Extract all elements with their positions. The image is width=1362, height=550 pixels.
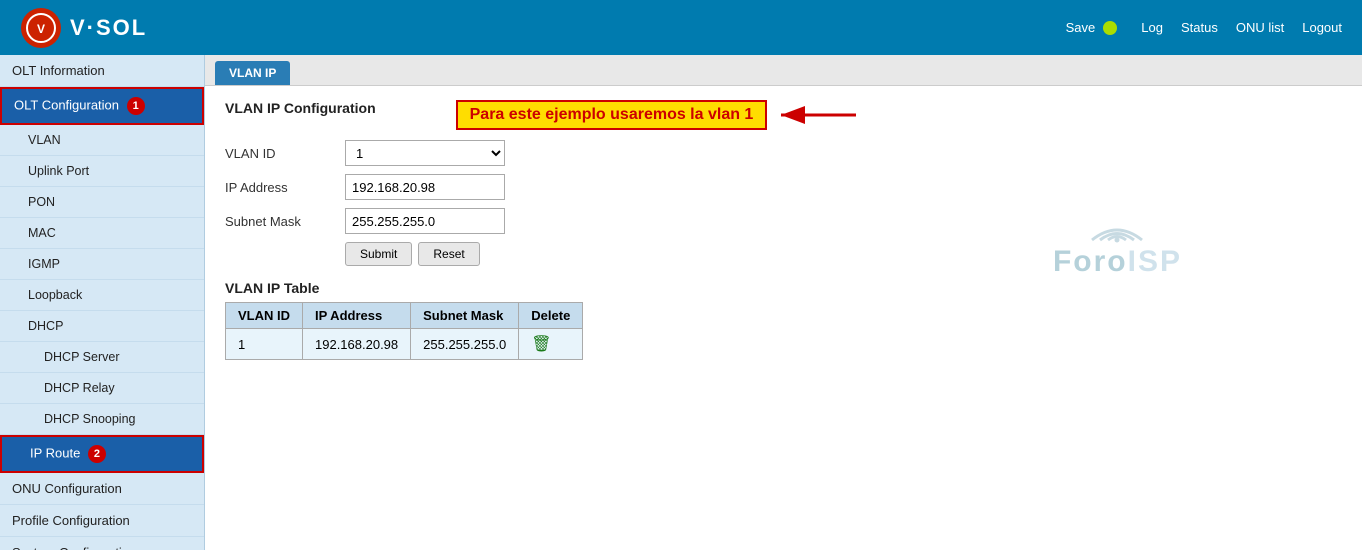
- save-area: Save: [1066, 20, 1118, 35]
- annotation-text: Para este ejemplo usaremos la vlan 1: [456, 100, 768, 130]
- reset-button[interactable]: Reset: [418, 242, 479, 266]
- subnet-mask-label: Subnet Mask: [225, 214, 345, 229]
- row-ip-address: 192.168.20.98: [303, 329, 411, 360]
- sidebar-item-olt-configuration[interactable]: OLT Configuration 1: [0, 87, 204, 125]
- nav-logout[interactable]: Logout: [1302, 20, 1342, 35]
- ip-address-label: IP Address: [225, 180, 345, 195]
- col-header-delete: Delete: [519, 303, 583, 329]
- table-row: 1 192.168.20.98 255.255.255.0 🗑: [226, 329, 583, 360]
- col-header-vlan-id: VLAN ID: [226, 303, 303, 329]
- sidebar-item-loopback[interactable]: Loopback: [0, 280, 204, 311]
- form-area: VLAN IP Configuration Para este ejemplo …: [205, 86, 1362, 374]
- sidebar-item-ip-route[interactable]: IP Route 2: [0, 435, 204, 473]
- subnet-mask-row: Subnet Mask: [225, 208, 1342, 234]
- save-label[interactable]: Save: [1066, 20, 1096, 35]
- content-area: VLAN IP VLAN IP Configuration Para este …: [205, 55, 1362, 550]
- logo-text: V·SOL: [70, 15, 147, 41]
- vlan-id-select[interactable]: 1: [345, 140, 505, 166]
- svg-text:V: V: [37, 22, 45, 36]
- sidebar-item-dhcp-server[interactable]: DHCP Server: [0, 342, 204, 373]
- ip-address-input[interactable]: [345, 174, 505, 200]
- sidebar-item-olt-information[interactable]: OLT Information: [0, 55, 204, 87]
- row-delete: 🗑: [519, 329, 583, 360]
- sidebar-item-mac[interactable]: MAC: [0, 218, 204, 249]
- vsol-logo-icon: V: [20, 7, 62, 49]
- header-nav: Log Status ONU list Logout: [1141, 20, 1342, 35]
- header-right: Save Log Status ONU list Logout: [1066, 20, 1342, 35]
- tab-vlan-ip[interactable]: VLAN IP: [215, 61, 290, 85]
- header: V V·SOL Save Log Status ONU list Logout: [0, 0, 1362, 55]
- badge-2: 2: [88, 445, 106, 463]
- table-title: VLAN IP Table: [225, 280, 1342, 296]
- sidebar-item-vlan[interactable]: VLAN: [0, 125, 204, 156]
- nav-log[interactable]: Log: [1141, 20, 1163, 35]
- tab-bar: VLAN IP: [205, 55, 1362, 86]
- form-buttons: Submit Reset: [345, 242, 1342, 266]
- sidebar-item-igmp[interactable]: IGMP: [0, 249, 204, 280]
- ip-address-row: IP Address: [225, 174, 1342, 200]
- delete-button[interactable]: 🗑: [531, 334, 551, 354]
- annotation-arrow: [771, 103, 861, 127]
- col-header-subnet-mask: Subnet Mask: [411, 303, 519, 329]
- nav-onu-list[interactable]: ONU list: [1236, 20, 1284, 35]
- sidebar-item-system-configuration[interactable]: System Configuration: [0, 537, 204, 550]
- status-dot: [1103, 21, 1117, 35]
- main-layout: OLT Information OLT Configuration 1 VLAN…: [0, 55, 1362, 550]
- submit-button[interactable]: Submit: [345, 242, 412, 266]
- logo-area: V V·SOL: [20, 7, 147, 49]
- sidebar-item-uplink-port[interactable]: Uplink Port: [0, 156, 204, 187]
- vlan-id-label: VLAN ID: [225, 146, 345, 161]
- sidebar: OLT Information OLT Configuration 1 VLAN…: [0, 55, 205, 550]
- sidebar-item-profile-configuration[interactable]: Profile Configuration: [0, 505, 204, 537]
- row-subnet-mask: 255.255.255.0: [411, 329, 519, 360]
- nav-status[interactable]: Status: [1181, 20, 1218, 35]
- sidebar-item-onu-configuration[interactable]: ONU Configuration: [0, 473, 204, 505]
- sidebar-item-dhcp[interactable]: DHCP: [0, 311, 204, 342]
- vlan-id-row: VLAN ID 1: [225, 140, 1342, 166]
- sidebar-item-dhcp-relay[interactable]: DHCP Relay: [0, 373, 204, 404]
- col-header-ip-address: IP Address: [303, 303, 411, 329]
- subnet-mask-input[interactable]: [345, 208, 505, 234]
- vlan-ip-table: VLAN ID IP Address Subnet Mask Delete 1 …: [225, 302, 583, 360]
- form-title: VLAN IP Configuration: [225, 100, 376, 116]
- sidebar-item-pon[interactable]: PON: [0, 187, 204, 218]
- sidebar-item-dhcp-snooping[interactable]: DHCP Snooping: [0, 404, 204, 435]
- row-vlan-id: 1: [226, 329, 303, 360]
- badge-1: 1: [127, 97, 145, 115]
